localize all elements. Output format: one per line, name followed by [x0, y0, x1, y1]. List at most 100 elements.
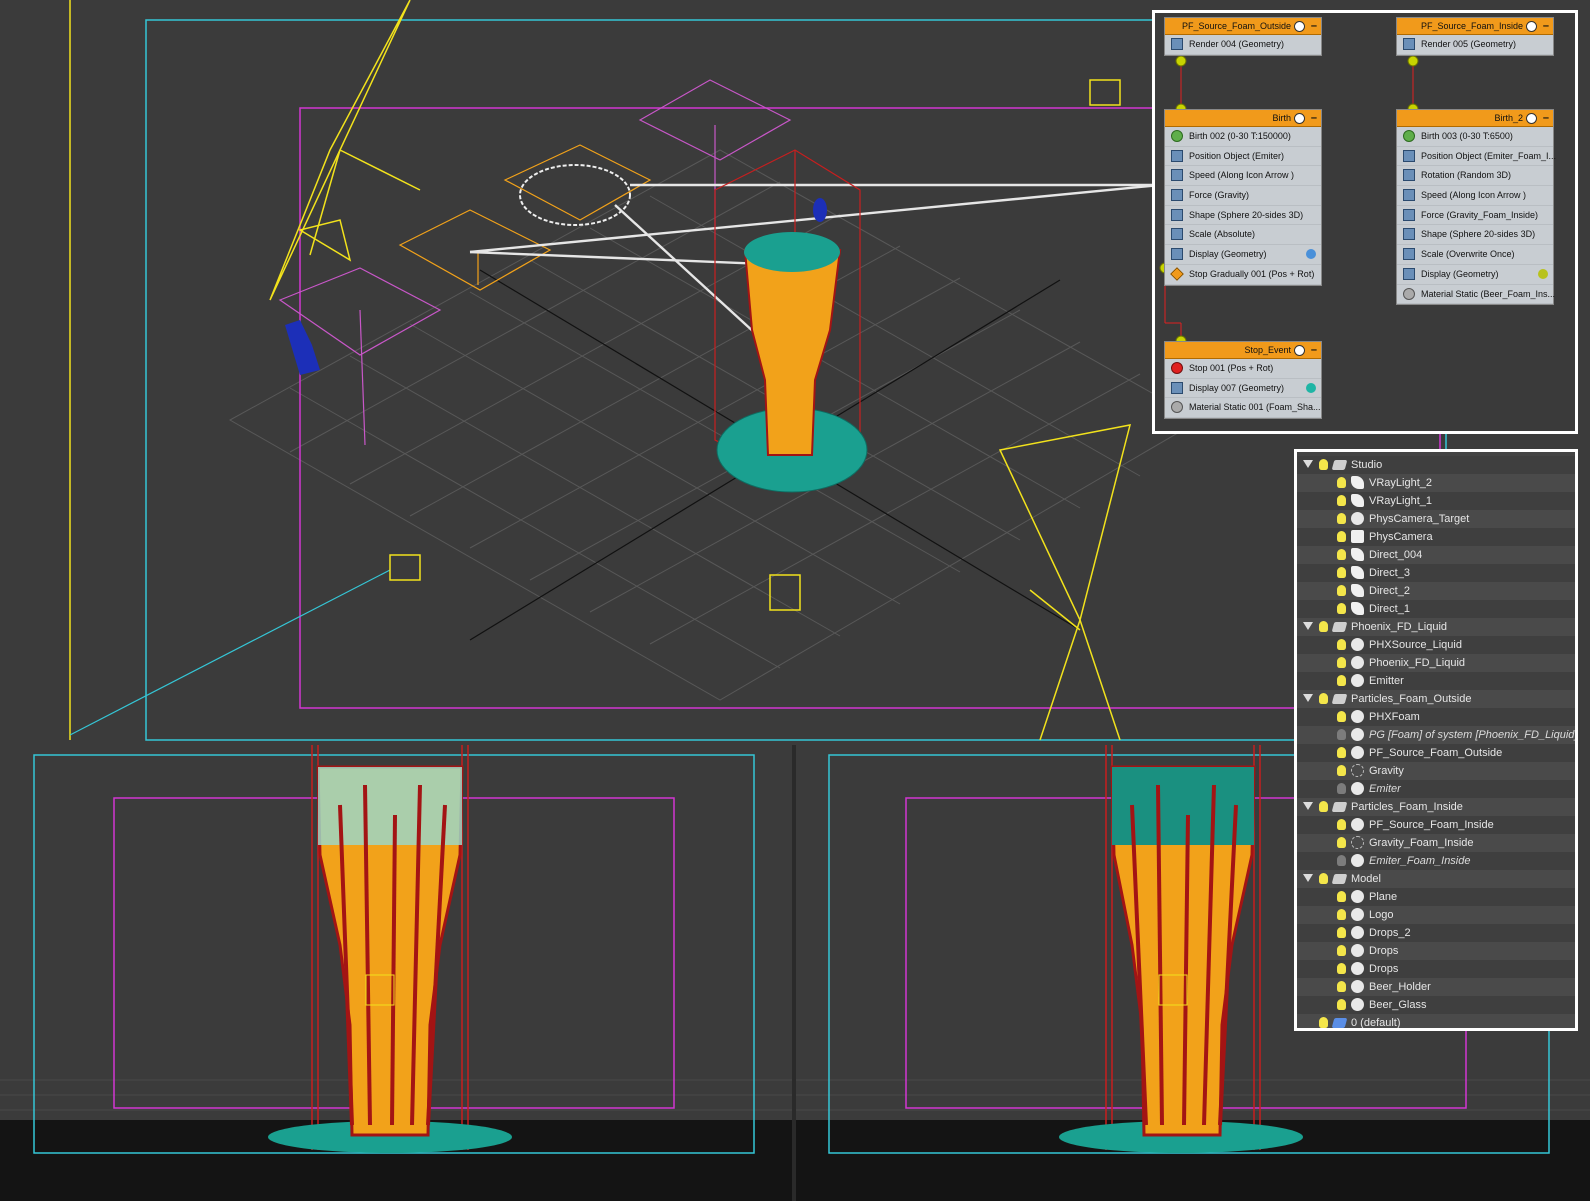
- scene-explorer-panel[interactable]: Studio VRayLight_2 VRayLight_1 PhysCamera_T…: [1294, 449, 1578, 1031]
- visibility-bulb-icon[interactable]: [1319, 459, 1328, 470]
- visibility-bulb-icon[interactable]: [1319, 873, 1328, 884]
- explorer-object-row[interactable]: PF_Source_Foam_Outside: [1297, 744, 1575, 762]
- explorer-object-row[interactable]: Beer_Glass: [1297, 996, 1575, 1014]
- explorer-object-row[interactable]: Phoenix_FD_Liquid: [1297, 654, 1575, 672]
- operator-row[interactable]: Material Static 001 (Foam_Sha...: [1165, 398, 1321, 419]
- explorer-object-row[interactable]: Emiter: [1297, 780, 1575, 798]
- operator-row[interactable]: Position Object (Emiter_Foam_I...: [1397, 147, 1556, 167]
- visibility-bulb-icon[interactable]: [1337, 711, 1346, 722]
- explorer-object-row[interactable]: Direct_3: [1297, 564, 1575, 582]
- expand-triangle-icon[interactable]: [1303, 694, 1313, 702]
- minimize-icon[interactable]: –: [1543, 18, 1549, 34]
- visibility-bulb-icon[interactable]: [1337, 783, 1346, 794]
- pf-node-birth-2[interactable]: Birth_2 – Birth 003 (0-30 T:6500) Positio…: [1396, 109, 1556, 306]
- visibility-bulb-icon[interactable]: [1337, 639, 1346, 650]
- explorer-object-row[interactable]: Direct_004: [1297, 546, 1575, 564]
- operator-row[interactable]: Speed (Along Icon Arrow ): [1397, 186, 1553, 206]
- explorer-object-row[interactable]: Beer_Holder: [1297, 978, 1575, 996]
- explorer-object-row[interactable]: VRayLight_1: [1297, 492, 1575, 510]
- visibility-bulb-icon[interactable]: [1337, 963, 1346, 974]
- bulb-icon[interactable]: [1526, 21, 1537, 32]
- explorer-object-row[interactable]: PHXSource_Liquid: [1297, 636, 1575, 654]
- pf-node-source-outside[interactable]: PF_Source_Foam_Outside – Render 004 (Geom…: [1164, 17, 1322, 56]
- minimize-icon[interactable]: –: [1543, 110, 1549, 126]
- visibility-bulb-icon[interactable]: [1337, 891, 1346, 902]
- direct-light-gizmo[interactable]: [389, 79, 1132, 741]
- explorer-object-row[interactable]: Gravity: [1297, 762, 1575, 780]
- display-color-swatch[interactable]: [1306, 249, 1316, 260]
- visibility-bulb-icon[interactable]: [1337, 531, 1346, 542]
- emitter-gizmos[interactable]: [398, 144, 652, 291]
- gravity-gizmo[interactable]: [519, 164, 631, 226]
- operator-row[interactable]: Shape (Sphere 20-sides 3D): [1397, 225, 1553, 246]
- explorer-object-row[interactable]: VRayLight_2: [1297, 474, 1575, 492]
- explorer-layer-row[interactable]: Studio: [1297, 456, 1575, 474]
- bulb-icon[interactable]: [1526, 113, 1537, 124]
- drops-object[interactable]: [285, 320, 320, 375]
- visibility-bulb-icon[interactable]: [1337, 909, 1346, 920]
- pf-node-source-inside[interactable]: PF_Source_Foam_Inside – Render 005 (Geome…: [1396, 17, 1554, 56]
- explorer-object-row[interactable]: Drops: [1297, 942, 1575, 960]
- operator-row[interactable]: Material Static (Beer_Foam_Ins...: [1397, 285, 1555, 305]
- operator-row[interactable]: Birth 002 (0-30 T:150000): [1165, 127, 1321, 147]
- visibility-bulb-icon[interactable]: [1337, 549, 1346, 560]
- explorer-object-row[interactable]: PHXFoam: [1297, 708, 1575, 726]
- explorer-layer-row[interactable]: 0 (default): [1297, 1014, 1575, 1028]
- explorer-object-row[interactable]: PhysCamera_Target: [1297, 510, 1575, 528]
- drops-object-2[interactable]: [813, 198, 827, 222]
- pf-node-birth[interactable]: Birth – Birth 002 (0-30 T:150000) Positio…: [1164, 109, 1322, 286]
- visibility-bulb-icon[interactable]: [1337, 585, 1346, 596]
- expand-triangle-icon[interactable]: [1303, 460, 1313, 468]
- explorer-object-row[interactable]: Direct_1: [1297, 600, 1575, 618]
- explorer-object-row[interactable]: Logo: [1297, 906, 1575, 924]
- minimize-icon[interactable]: –: [1311, 342, 1317, 358]
- explorer-object-row[interactable]: PhysCamera: [1297, 528, 1575, 546]
- explorer-object-row[interactable]: PF_Source_Foam_Inside: [1297, 816, 1575, 834]
- operator-row[interactable]: Speed (Along Icon Arrow ): [1165, 166, 1321, 187]
- visibility-bulb-icon[interactable]: [1319, 693, 1328, 704]
- explorer-object-row[interactable]: Emiter_Foam_Inside: [1297, 852, 1575, 870]
- minimize-icon[interactable]: –: [1311, 110, 1317, 126]
- operator-row[interactable]: Scale (Absolute): [1165, 225, 1321, 246]
- expand-triangle-icon[interactable]: [1303, 874, 1313, 882]
- visibility-bulb-icon[interactable]: [1337, 837, 1346, 848]
- bulb-icon[interactable]: [1294, 21, 1305, 32]
- visibility-bulb-icon[interactable]: [1319, 621, 1328, 632]
- visibility-bulb-icon[interactable]: [1337, 495, 1346, 506]
- operator-row[interactable]: Render 004 (Geometry): [1165, 35, 1321, 55]
- explorer-layer-row[interactable]: Phoenix_FD_Liquid: [1297, 618, 1575, 636]
- expand-triangle-icon[interactable]: [1303, 622, 1313, 630]
- operator-row[interactable]: Display (Geometry): [1397, 265, 1553, 285]
- visibility-bulb-icon[interactable]: [1337, 765, 1346, 776]
- operator-row[interactable]: Shape (Sphere 20-sides 3D): [1165, 206, 1321, 226]
- visibility-bulb-icon[interactable]: [1337, 999, 1346, 1010]
- explorer-layer-row[interactable]: Particles_Foam_Inside: [1297, 798, 1575, 816]
- visibility-bulb-icon[interactable]: [1337, 657, 1346, 668]
- vray-light-gizmo[interactable]: [269, 0, 421, 301]
- visibility-bulb-icon[interactable]: [1337, 819, 1346, 830]
- explorer-layer-row[interactable]: Model: [1297, 870, 1575, 888]
- visibility-bulb-icon[interactable]: [1337, 747, 1346, 758]
- operator-row[interactable]: Position Object (Emiter): [1165, 147, 1321, 167]
- operator-row[interactable]: Display 007 (Geometry): [1165, 379, 1321, 399]
- particle-view-panel[interactable]: PF_Source_Foam_Outside – Render 004 (Geom…: [1152, 10, 1578, 434]
- visibility-bulb-icon[interactable]: [1337, 927, 1346, 938]
- explorer-object-row[interactable]: Gravity_Foam_Inside: [1297, 834, 1575, 852]
- visibility-bulb-icon[interactable]: [1337, 603, 1346, 614]
- front-viewport-left[interactable]: [0, 745, 794, 1201]
- visibility-bulb-icon[interactable]: [1337, 567, 1346, 578]
- visibility-bulb-icon[interactable]: [1319, 1017, 1328, 1028]
- visibility-bulb-icon[interactable]: [1337, 855, 1346, 866]
- visibility-bulb-icon[interactable]: [1337, 513, 1346, 524]
- operator-row[interactable]: Force (Gravity): [1165, 186, 1321, 206]
- pf-node-stop-event[interactable]: Stop_Event – Stop 001 (Pos + Rot) Display…: [1164, 341, 1322, 420]
- display-color-swatch[interactable]: [1306, 382, 1316, 393]
- operator-row[interactable]: Stop Gradually 001 (Pos + Rot): [1165, 265, 1321, 285]
- operator-row[interactable]: Render 005 (Geometry): [1397, 35, 1553, 55]
- visibility-bulb-icon[interactable]: [1337, 477, 1346, 488]
- operator-row[interactable]: Stop 001 (Pos + Rot): [1165, 359, 1321, 379]
- operator-row[interactable]: Display (Geometry): [1165, 245, 1321, 265]
- operator-row[interactable]: Force (Gravity_Foam_Inside): [1397, 206, 1553, 226]
- bulb-icon[interactable]: [1294, 113, 1305, 124]
- explorer-object-row[interactable]: Drops_2: [1297, 924, 1575, 942]
